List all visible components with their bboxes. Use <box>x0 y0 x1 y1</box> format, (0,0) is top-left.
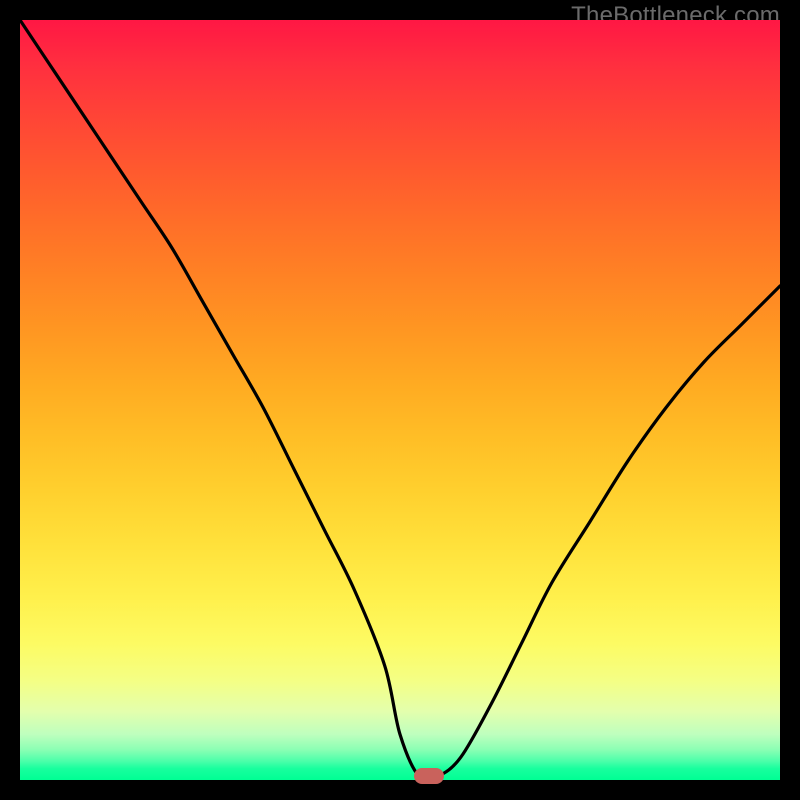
bottleneck-curve <box>20 20 780 780</box>
optimum-marker <box>414 768 444 784</box>
curve-path <box>20 20 780 780</box>
plot-area <box>20 20 780 780</box>
chart-frame: TheBottleneck.com <box>0 0 800 800</box>
